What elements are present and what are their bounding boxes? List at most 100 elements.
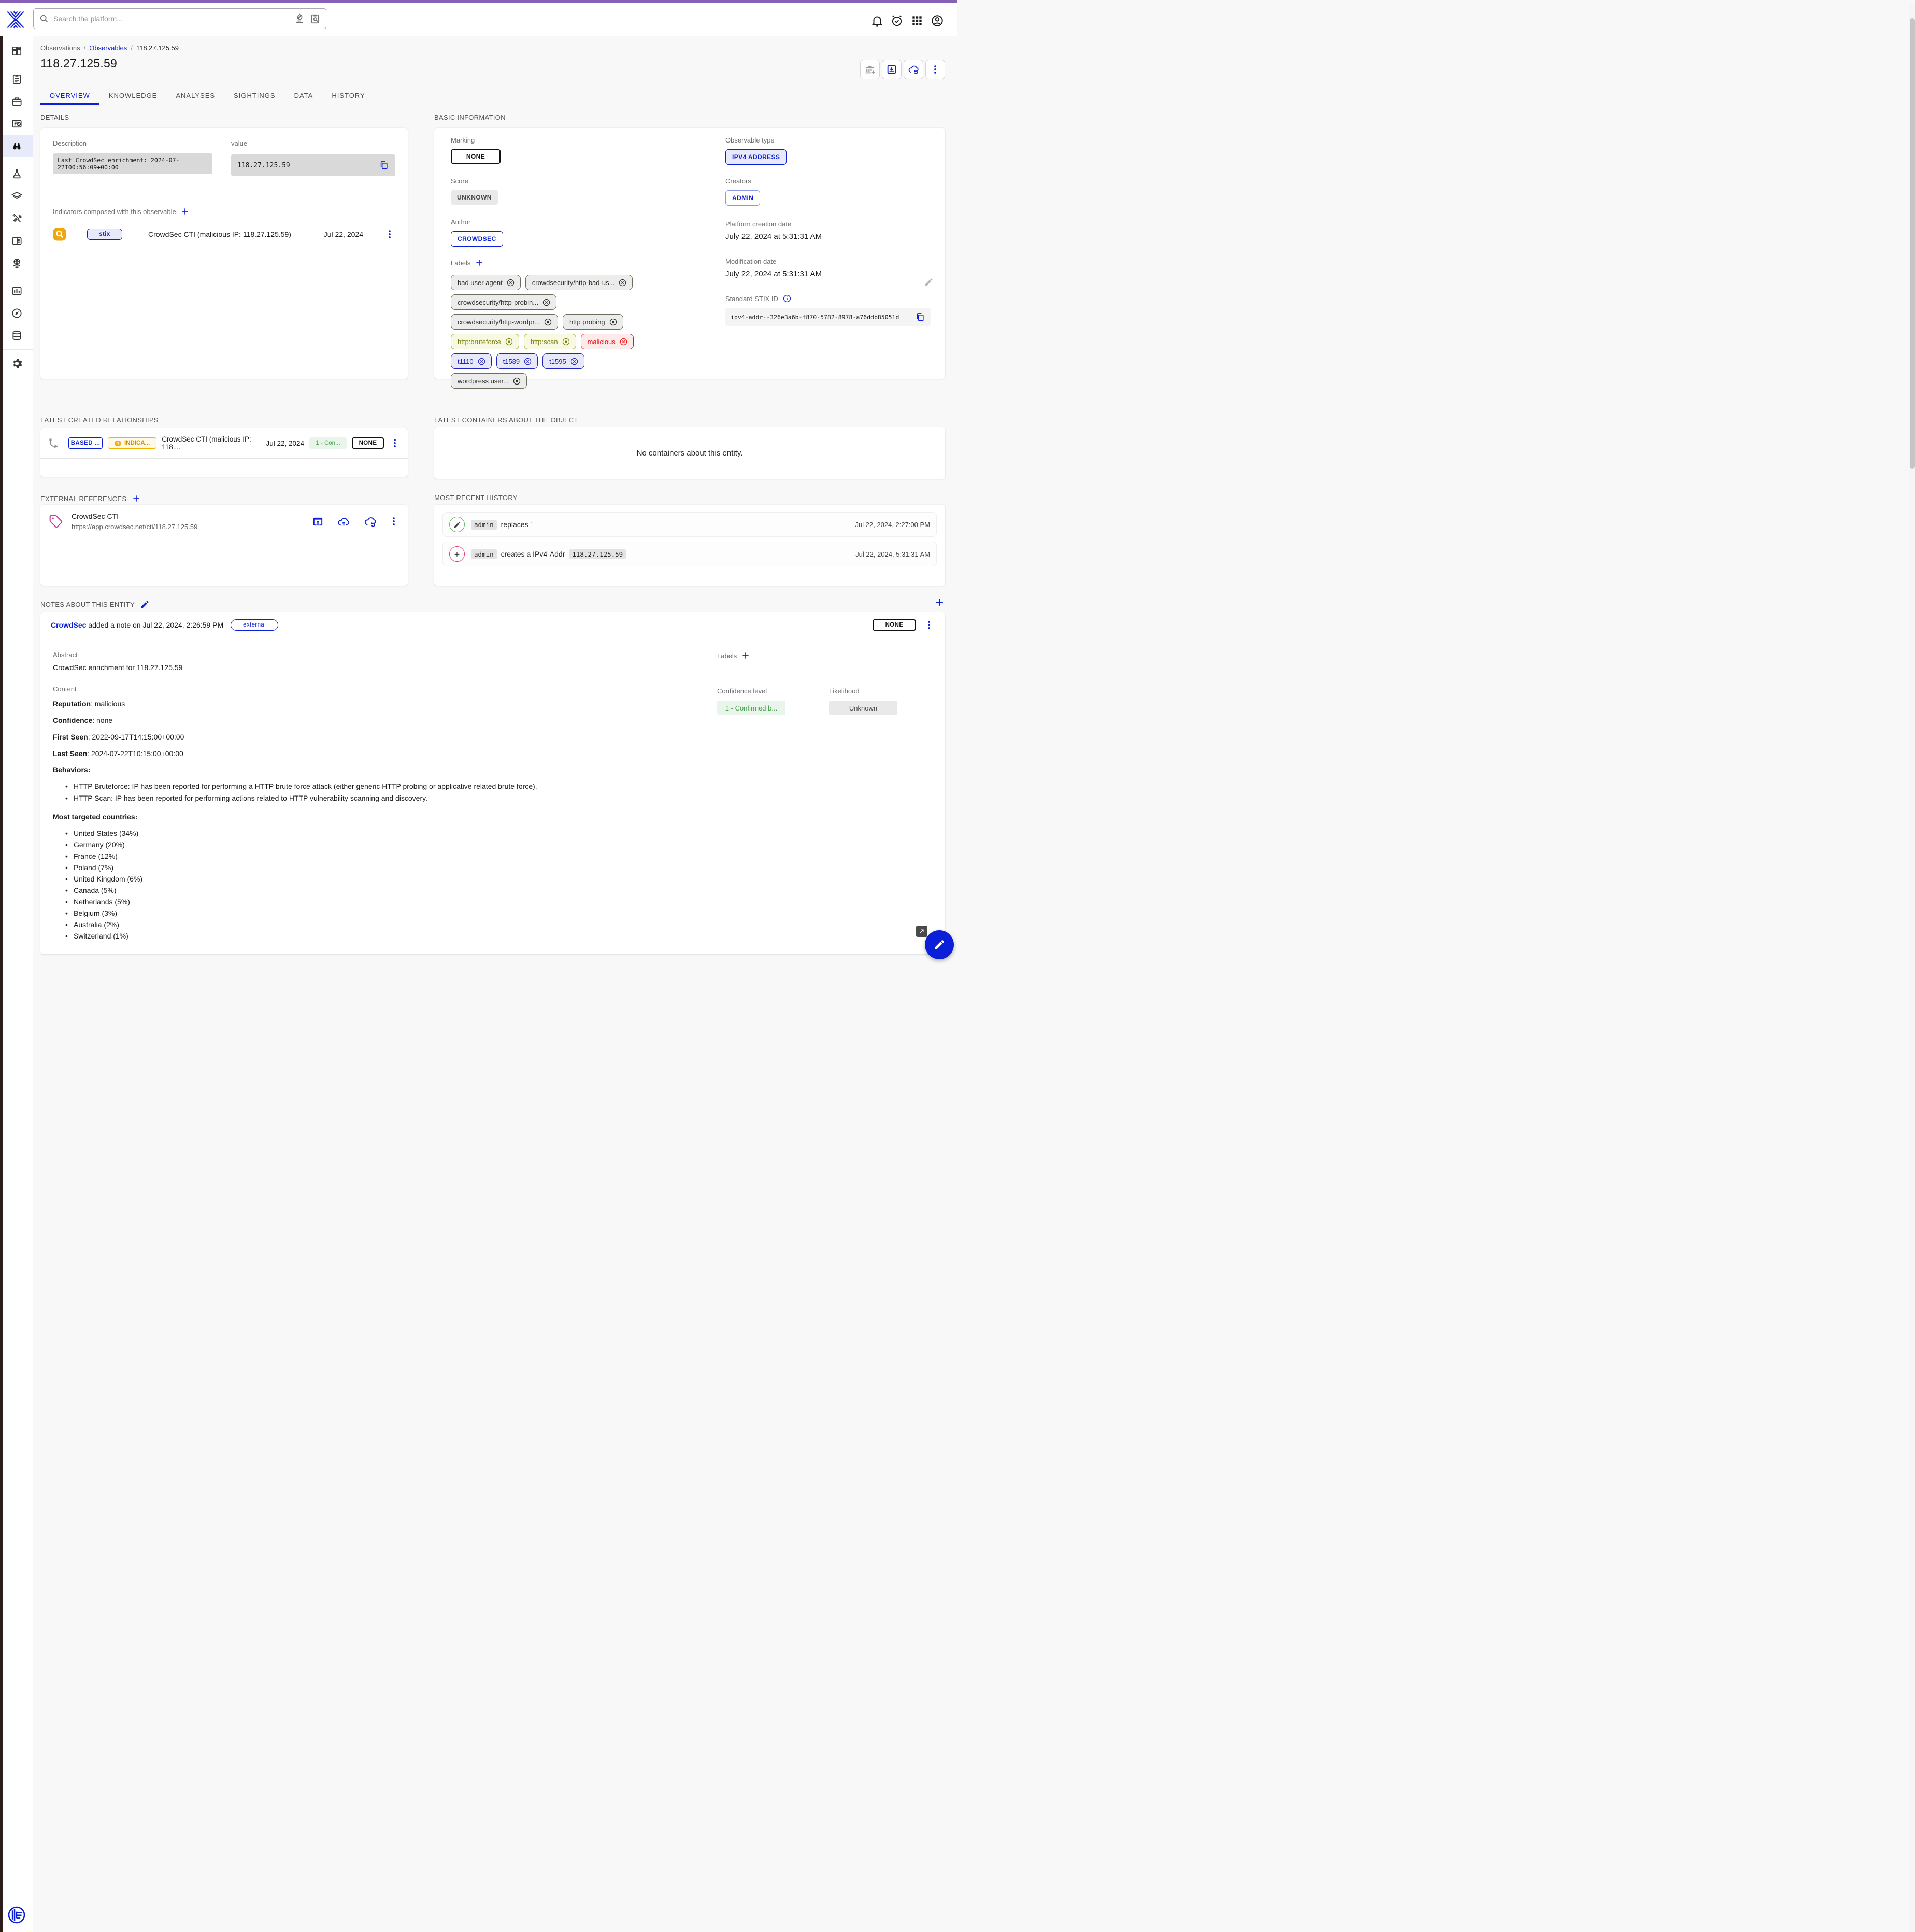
- breadcrumb-observables[interactable]: Observables: [89, 44, 127, 52]
- enrichment-button[interactable]: [904, 60, 923, 79]
- remove-label-icon[interactable]: [477, 357, 486, 366]
- tab-sightings[interactable]: SIGHTINGS: [224, 87, 285, 104]
- indicator-more-icon[interactable]: [384, 229, 395, 240]
- edit-notes-icon[interactable]: [140, 600, 150, 609]
- filigran-logo-icon[interactable]: [7, 1905, 26, 1925]
- label-chip[interactable]: t1595: [542, 353, 584, 369]
- triggers-alarm-icon[interactable]: [890, 14, 904, 27]
- remove-label-icon[interactable]: [570, 357, 579, 366]
- sidebar-item-threats[interactable]: [0, 163, 33, 185]
- add-external-reference-icon[interactable]: [132, 494, 141, 503]
- note-likelihood-label: Likelihood: [829, 687, 897, 695]
- add-indicator-icon[interactable]: [180, 207, 190, 216]
- remove-label-icon[interactable]: [505, 337, 513, 346]
- label-chip[interactable]: t1589: [496, 353, 538, 369]
- bulk-search-icon[interactable]: [309, 13, 321, 24]
- note-more-icon[interactable]: [923, 619, 935, 631]
- sidebar-item-investigations[interactable]: [0, 302, 33, 324]
- external-reference-name: CrowdSec CTI: [72, 512, 304, 520]
- indicator-row[interactable]: stix CrowdSec CTI (malicious IP: 118.27.…: [48, 226, 395, 242]
- note-abstract-label: Abstract: [53, 651, 696, 659]
- scrollbar-thumb[interactable]: [1910, 18, 1915, 469]
- scrollbar[interactable]: [1909, 3, 1915, 1932]
- marking-label: Marking: [451, 136, 720, 144]
- label-chip[interactable]: malicious: [581, 334, 634, 349]
- label-chip[interactable]: http probing: [563, 314, 623, 330]
- edit-stix-id-icon[interactable]: [924, 277, 934, 287]
- remove-label-icon[interactable]: [619, 337, 628, 346]
- label-chip[interactable]: bad user agent: [451, 275, 521, 290]
- cases-icon: [11, 95, 23, 107]
- note-behaviors-list: HTTP Bruteforce: IP has been reported fo…: [65, 780, 696, 804]
- add-note-icon[interactable]: [934, 596, 945, 608]
- info-icon[interactable]: [782, 294, 792, 303]
- sidebar-item-dashboard[interactable]: [0, 40, 33, 62]
- details-section-title: Details: [40, 113, 69, 121]
- tab-analyses[interactable]: ANALYSES: [166, 87, 224, 104]
- search-input[interactable]: [53, 15, 290, 23]
- remove-label-icon[interactable]: [544, 318, 552, 326]
- remove-label-icon[interactable]: [609, 318, 618, 326]
- tab-data[interactable]: DATA: [285, 87, 323, 104]
- opencti-logo[interactable]: [5, 9, 26, 30]
- note-country-item: Belgium (3%): [65, 907, 696, 919]
- sidebar-item-entities[interactable]: [0, 230, 33, 252]
- remove-label-icon[interactable]: [542, 298, 551, 307]
- remove-label-icon[interactable]: [618, 278, 627, 287]
- label-chip[interactable]: crowdsecurity/http-bad-us...: [525, 275, 633, 290]
- edit-fab-button[interactable]: [925, 930, 954, 959]
- observations-binoculars-icon: [11, 140, 23, 152]
- label-chip[interactable]: crowdsecurity/http-probin...: [451, 294, 556, 310]
- observable-type-chip[interactable]: IPV4 ADDRESS: [725, 149, 787, 165]
- sidebar-item-arsenal[interactable]: [0, 185, 33, 207]
- apps-grid-icon[interactable]: [910, 14, 924, 27]
- download-button[interactable]: [882, 60, 902, 79]
- external-reference-row: CrowdSec CTI https://app.crowdsec.net/ct…: [40, 505, 408, 538]
- label-chip[interactable]: http:scan: [524, 334, 576, 349]
- sidebar-item-events[interactable]: [0, 112, 33, 135]
- cloud-refresh-icon[interactable]: [364, 515, 377, 528]
- remove-label-icon[interactable]: [506, 278, 515, 287]
- add-note-label-icon[interactable]: [741, 651, 750, 660]
- note-behaviors-label: Behaviors:: [53, 765, 696, 774]
- sidebar-item-data[interactable]: [0, 324, 33, 347]
- label-chip[interactable]: t1110: [451, 353, 492, 369]
- account-icon[interactable]: [931, 14, 944, 27]
- open-in-browser-icon[interactable]: [312, 516, 324, 528]
- sidebar-item-cases[interactable]: [0, 90, 33, 112]
- copy-stix-id-icon[interactable]: [915, 312, 925, 322]
- external-reference-more-icon[interactable]: [388, 516, 399, 527]
- sidebar-item-locations[interactable]: [0, 252, 33, 274]
- sidebar-item-dashboards[interactable]: [0, 280, 33, 302]
- sidebar-item-settings[interactable]: [0, 352, 33, 375]
- relationship-icon: [48, 437, 60, 449]
- label-chip[interactable]: http:bruteforce: [451, 334, 519, 349]
- note-confidence-chip: 1 - Confirmed b...: [717, 701, 785, 715]
- remove-label-icon[interactable]: [523, 357, 532, 366]
- sidebar-item-analyses[interactable]: [0, 68, 33, 90]
- sidebar-item-observations[interactable]: [0, 135, 33, 157]
- external-link-mini-icon[interactable]: [916, 926, 927, 937]
- cloud-upload-icon[interactable]: [337, 515, 350, 528]
- tab-history[interactable]: HISTORY: [322, 87, 374, 104]
- relationship-more-icon[interactable]: [389, 437, 401, 449]
- creator-chip[interactable]: ADMIN: [725, 190, 760, 206]
- indicator-type-icon: [52, 226, 67, 242]
- copy-value-icon[interactable]: [379, 160, 389, 171]
- left-nav: [0, 36, 33, 1932]
- tab-overview[interactable]: OVERVIEW: [40, 87, 99, 104]
- add-label-icon[interactable]: [475, 258, 484, 267]
- note-author-link[interactable]: CrowdSec: [51, 621, 86, 629]
- entity-more-button[interactable]: [925, 60, 945, 79]
- label-chip[interactable]: crowdsecurity/http-wordpr...: [451, 314, 558, 330]
- label-chip[interactable]: wordpress user...: [451, 373, 527, 389]
- remove-label-icon[interactable]: [562, 337, 570, 346]
- remove-label-icon[interactable]: [512, 377, 521, 386]
- notifications-bell-icon[interactable]: [870, 14, 884, 27]
- relationship-row[interactable]: BASED ... INDICA... CrowdSec CTI (malici…: [40, 428, 408, 458]
- advanced-search-icon[interactable]: [294, 13, 305, 24]
- author-chip[interactable]: CROWDSEC: [451, 231, 503, 247]
- sidebar-item-techniques[interactable]: [0, 207, 33, 230]
- add-to-org-button[interactable]: [860, 60, 880, 79]
- tab-knowledge[interactable]: KNOWLEDGE: [99, 87, 167, 104]
